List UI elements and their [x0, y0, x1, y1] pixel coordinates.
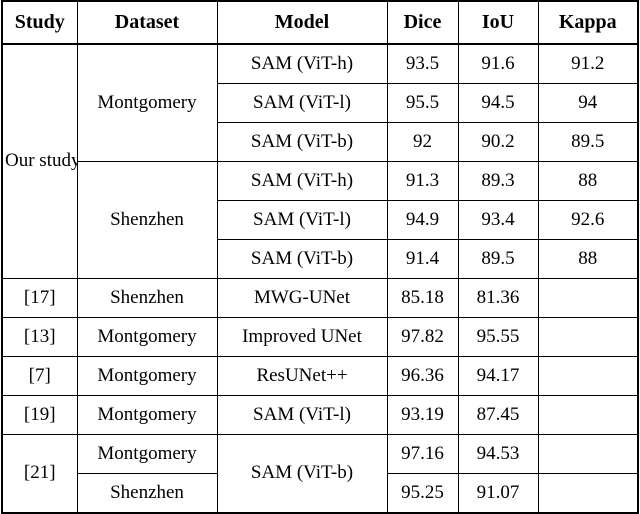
table-row: Shenzhen SAM (ViT-h) 91.3 89.3 88: [2, 161, 639, 279]
table-row: Our study Montgomery SAM (ViT-h) 93.5 91…: [1, 43, 639, 279]
model-cell: MWG-UNet: [216, 278, 388, 318]
study-cell: [13]: [1, 317, 78, 357]
dice-cell: 97.16: [386, 434, 459, 474]
kappa-cell: 88: [537, 161, 639, 201]
study-cell: [17]: [1, 278, 78, 318]
table-body: Our study Montgomery SAM (ViT-h) 93.5 91…: [1, 43, 639, 514]
kappa-cell: 91.2: [537, 43, 639, 84]
model-cell: SAM (ViT-l): [216, 395, 388, 435]
iou-cell: 91.6: [457, 43, 539, 84]
iou-cell: 89.5: [457, 239, 539, 279]
dice-cell: 97.82: [386, 317, 459, 357]
kappa-cell: [537, 395, 639, 435]
model-cell: SAM (ViT-b): [216, 122, 388, 162]
results-comparison-table: Study Dataset Model Dice IoU Kappa Our s…: [1, 0, 639, 514]
dice-cell: 85.18: [386, 278, 459, 318]
model-cell: SAM (ViT-h): [216, 161, 388, 201]
column-header-model: Model: [216, 0, 388, 45]
dice-cell: 96.36: [386, 356, 459, 396]
dice-cell: 91.3: [386, 161, 459, 201]
study-cell: [7]: [1, 356, 78, 396]
column-header-study: Study: [1, 0, 78, 45]
table-row: [21] Montgomery SAM (ViT-b) 97.16 94.53: [1, 434, 639, 514]
model-cell: ResUNet++: [216, 356, 388, 396]
table-row: [7] Montgomery ResUNet++ 96.36 94.17: [1, 356, 639, 396]
iou-cell: 94.53: [457, 434, 539, 474]
column-header-dataset: Dataset: [76, 0, 218, 45]
dataset-cell: Shenzhen: [76, 278, 218, 318]
kappa-cell: 89.5: [537, 122, 639, 162]
kappa-cell: [537, 317, 639, 357]
study-cell: [19]: [1, 395, 78, 435]
dataset-cell: Montgomery: [76, 395, 218, 435]
table-row: [17] Shenzhen MWG-UNet 85.18 81.36: [1, 278, 639, 318]
iou-cell: 90.2: [457, 122, 539, 162]
study-cell: [21]: [1, 434, 78, 514]
model-cell: SAM (ViT-b): [216, 239, 388, 279]
dice-cell: 93.5: [386, 43, 459, 84]
kappa-cell: [537, 356, 639, 396]
column-header-kappa: Kappa: [537, 0, 639, 45]
dataset-cell: Montgomery: [76, 317, 218, 357]
model-cell: SAM (ViT-b): [216, 434, 388, 514]
model-cell: Improved UNet: [216, 317, 388, 357]
kappa-cell: 88: [537, 239, 639, 279]
dataset-cell: Shenzhen: [76, 473, 218, 514]
model-cell: SAM (ViT-l): [216, 83, 388, 123]
kappa-cell: [537, 278, 639, 318]
iou-cell: 81.36: [457, 278, 539, 318]
table-header: Study Dataset Model Dice IoU Kappa: [1, 0, 639, 45]
model-cell: SAM (ViT-h): [216, 43, 388, 84]
dataset-cell: Montgomery: [76, 434, 218, 474]
kappa-cell: 94: [537, 83, 639, 123]
header-row: Study Dataset Model Dice IoU Kappa: [1, 0, 639, 45]
kappa-cell: 92.6: [537, 200, 639, 240]
iou-cell: 91.07: [457, 473, 539, 514]
iou-cell: 94.5: [457, 83, 539, 123]
study-cell-our-study: Our study: [1, 43, 78, 279]
column-header-dice: Dice: [386, 0, 459, 45]
kappa-cell: [537, 473, 639, 514]
dataset-cell-montgomery: Montgomery: [76, 43, 218, 162]
dice-cell: 92: [386, 122, 459, 162]
dice-cell: 95.5: [386, 83, 459, 123]
iou-cell: 93.4: [457, 200, 539, 240]
kappa-cell: [537, 434, 639, 474]
dataset-cell-shenzhen: Shenzhen: [76, 161, 218, 279]
dice-cell: 93.19: [386, 395, 459, 435]
table-row: [13] Montgomery Improved UNet 97.82 95.5…: [1, 317, 639, 357]
table-row: [19] Montgomery SAM (ViT-l) 93.19 87.45: [1, 395, 639, 435]
model-cell: SAM (ViT-l): [216, 200, 388, 240]
column-header-iou: IoU: [457, 0, 539, 45]
dice-cell: 94.9: [386, 200, 459, 240]
dice-cell: 91.4: [386, 239, 459, 279]
dice-cell: 95.25: [386, 473, 459, 514]
iou-cell: 95.55: [457, 317, 539, 357]
dataset-cell: Montgomery: [76, 356, 218, 396]
iou-cell: 89.3: [457, 161, 539, 201]
iou-cell: 87.45: [457, 395, 539, 435]
iou-cell: 94.17: [457, 356, 539, 396]
